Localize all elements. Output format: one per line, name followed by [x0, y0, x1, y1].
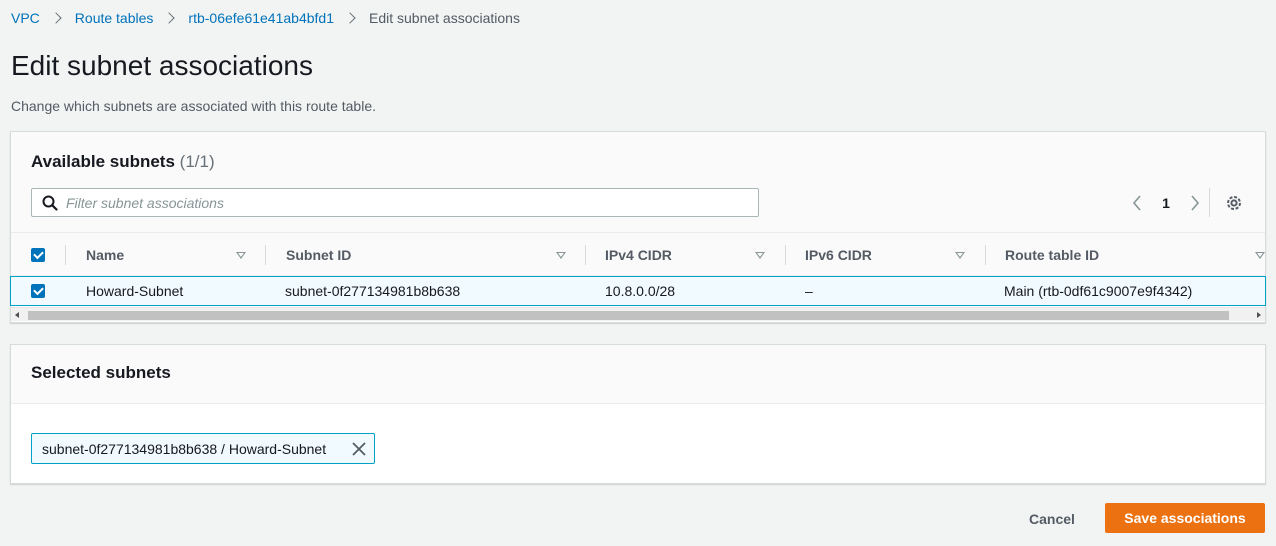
selected-subnet-token: subnet-0f277134981b8b638 / Howard-Subnet — [31, 433, 375, 464]
sort-caret-icon[interactable] — [1255, 251, 1265, 259]
selected-subnets-header: Selected subnets — [11, 345, 1265, 404]
column-divider — [985, 245, 986, 265]
available-subnets-header: Available subnets (1/1) 1 — [11, 132, 1265, 232]
available-subnets-title: Available subnets (1/1) — [31, 152, 215, 172]
scroll-left-arrow-icon[interactable] — [15, 312, 19, 318]
save-associations-button[interactable]: Save associations — [1105, 503, 1265, 533]
row-checkbox[interactable] — [31, 284, 45, 298]
cell-subnet-id-link[interactable]: subnet-0f277134981b8b638 — [285, 277, 460, 305]
available-subnets-count: (1/1) — [179, 152, 215, 171]
horizontal-scrollbar[interactable] — [11, 307, 1265, 321]
settings-gear-icon[interactable] — [1223, 192, 1245, 214]
breadcrumb-chevron-icon — [344, 12, 356, 24]
column-header-ipv4-cidr[interactable]: IPv4 CIDR — [605, 233, 785, 277]
available-subnets-panel: Available subnets (1/1) 1 — [10, 131, 1266, 323]
column-divider — [585, 245, 586, 265]
next-page-chevron-icon[interactable] — [1183, 194, 1207, 212]
column-header-ipv6-cidr[interactable]: IPv6 CIDR — [805, 233, 985, 277]
sort-caret-icon[interactable] — [236, 251, 246, 259]
breadcrumb-vpc[interactable]: VPC — [11, 10, 40, 26]
breadcrumb-route-table-id[interactable]: rtb-06efe61e41ab4bfd1 — [188, 10, 334, 26]
page-description: Change which subnets are associated with… — [11, 98, 376, 114]
pagination: 1 — [1125, 194, 1207, 212]
cancel-button[interactable]: Cancel — [1012, 505, 1092, 533]
column-divider — [265, 245, 266, 265]
selected-subnets-panel: Selected subnets subnet-0f277134981b8b63… — [10, 344, 1266, 484]
page-title: Edit subnet associations — [11, 50, 313, 81]
sort-caret-icon[interactable] — [955, 251, 965, 259]
column-header-ipv6-label: IPv6 CIDR — [805, 247, 872, 263]
cell-route-table-link[interactable]: Main (rtb-0df61c9007e9f4342) — [1004, 277, 1192, 305]
column-divider — [65, 245, 66, 265]
previous-page-chevron-icon[interactable] — [1125, 194, 1149, 212]
scrollbar-thumb[interactable] — [28, 311, 1229, 320]
available-subnets-title-text: Available subnets — [31, 152, 175, 171]
column-header-ipv4-label: IPv4 CIDR — [605, 247, 672, 263]
scroll-right-arrow-icon[interactable] — [1257, 312, 1261, 318]
breadcrumb: VPC Route tables rtb-06efe61e41ab4bfd1 E… — [11, 9, 520, 27]
search-icon — [32, 189, 66, 216]
select-all-cell — [31, 233, 51, 277]
row-select-cell — [31, 277, 45, 305]
column-header-name[interactable]: Name — [86, 233, 266, 277]
sort-caret-icon[interactable] — [556, 251, 566, 259]
column-header-name-label: Name — [86, 247, 125, 263]
cell-name: Howard-Subnet — [86, 283, 184, 299]
selected-subnets-title: Selected subnets — [31, 363, 171, 382]
column-header-subnet-id[interactable]: Subnet ID — [286, 233, 586, 277]
selected-subnet-token-label: subnet-0f277134981b8b638 / Howard-Subnet — [42, 440, 327, 457]
cell-ipv4-cidr: 10.8.0.0/28 — [605, 283, 676, 299]
column-header-route-table-id[interactable]: Route table ID — [1005, 233, 1275, 277]
breadcrumb-chevron-icon — [163, 12, 176, 24]
subnets-table: Name Subnet ID IPv4 CIDR IPv6 CIDR Route… — [10, 232, 1266, 306]
select-all-checkbox[interactable] — [31, 248, 45, 262]
table-row[interactable]: Howard-Subnet subnet-0f277134981b8b638 1… — [10, 276, 1266, 306]
pager-divider — [1209, 188, 1210, 217]
column-header-subnet-id-label: Subnet ID — [286, 247, 352, 263]
filter-subnet-input[interactable] — [66, 189, 758, 216]
breadcrumb-chevron-icon — [50, 12, 62, 24]
remove-token-close-icon[interactable] — [351, 441, 367, 457]
column-header-route-table-label: Route table ID — [1005, 247, 1100, 263]
cell-ipv6-cidr: – — [805, 283, 813, 299]
filter-box[interactable] — [31, 188, 759, 217]
current-page-number[interactable]: 1 — [1149, 195, 1183, 211]
breadcrumb-route-tables[interactable]: Route tables — [75, 10, 154, 26]
breadcrumb-current: Edit subnet associations — [368, 10, 520, 26]
column-divider — [785, 245, 786, 265]
sort-caret-icon[interactable] — [755, 251, 765, 259]
table-header: Name Subnet ID IPv4 CIDR IPv6 CIDR Route… — [11, 232, 1265, 276]
